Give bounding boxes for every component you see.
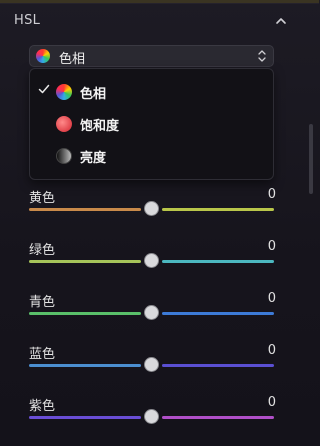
scrollbar[interactable]: [309, 124, 313, 194]
slider-track-right[interactable]: [162, 364, 274, 367]
slider-track-left[interactable]: [29, 312, 141, 315]
slider-label: 黄色: [29, 191, 56, 206]
slider-thumb[interactable]: [145, 410, 158, 423]
slider-label: 紫色: [29, 399, 56, 414]
slider-thumb[interactable]: [145, 306, 158, 319]
slider-row-cyan: 青色 0: [0, 291, 319, 337]
slider-track-left[interactable]: [29, 416, 141, 419]
slider-track-right[interactable]: [162, 208, 274, 211]
hsl-mode-select[interactable]: 色相: [29, 45, 274, 67]
menu-item-label: 亮度: [80, 151, 107, 166]
slider-thumb[interactable]: [145, 254, 158, 267]
color-wheel-icon: [36, 49, 50, 63]
slider-row-blue: 蓝色 0: [0, 343, 319, 389]
select-value: 色相: [59, 52, 86, 67]
slider-label: 绿色: [29, 243, 56, 258]
slider-thumb[interactable]: [145, 202, 158, 215]
slider-track-right[interactable]: [162, 416, 274, 419]
luminance-icon: [56, 148, 72, 164]
slider-label: 青色: [29, 295, 56, 310]
slider-row-yellow: 黄色 0: [0, 187, 319, 233]
slider-label: 蓝色: [29, 347, 56, 362]
slider-row-green: 绿色 0: [0, 239, 319, 285]
slider-value[interactable]: 0: [262, 343, 276, 358]
slider-row-purple: 紫色 0: [0, 395, 319, 441]
checkmark-icon: [38, 84, 50, 94]
slider-track-left[interactable]: [29, 364, 141, 367]
slider-track-right[interactable]: [162, 260, 274, 263]
menu-item-saturation[interactable]: 饱和度: [30, 109, 273, 139]
slider-value[interactable]: 0: [262, 187, 276, 202]
menu-item-label: 色相: [80, 87, 107, 102]
menu-item-label: 饱和度: [80, 119, 120, 134]
slider-track-left[interactable]: [29, 260, 141, 263]
menu-item-luminance[interactable]: 亮度: [30, 141, 273, 171]
slider-track-right[interactable]: [162, 312, 274, 315]
hsl-mode-menu: 色相 饱和度 亮度: [29, 68, 274, 180]
color-wheel-icon: [56, 84, 72, 100]
top-edge-divider: [0, 0, 319, 4]
chevron-up-down-icon: [258, 50, 266, 62]
slider-value[interactable]: 0: [262, 239, 276, 254]
chevron-up-icon[interactable]: [274, 15, 288, 27]
slider-value[interactable]: 0: [262, 395, 276, 410]
menu-item-hue[interactable]: 色相: [30, 77, 273, 107]
slider-track-left[interactable]: [29, 208, 141, 211]
slider-thumb[interactable]: [145, 358, 158, 371]
panel-title: HSL: [14, 13, 41, 28]
slider-value[interactable]: 0: [262, 291, 276, 306]
saturation-icon: [56, 116, 72, 132]
